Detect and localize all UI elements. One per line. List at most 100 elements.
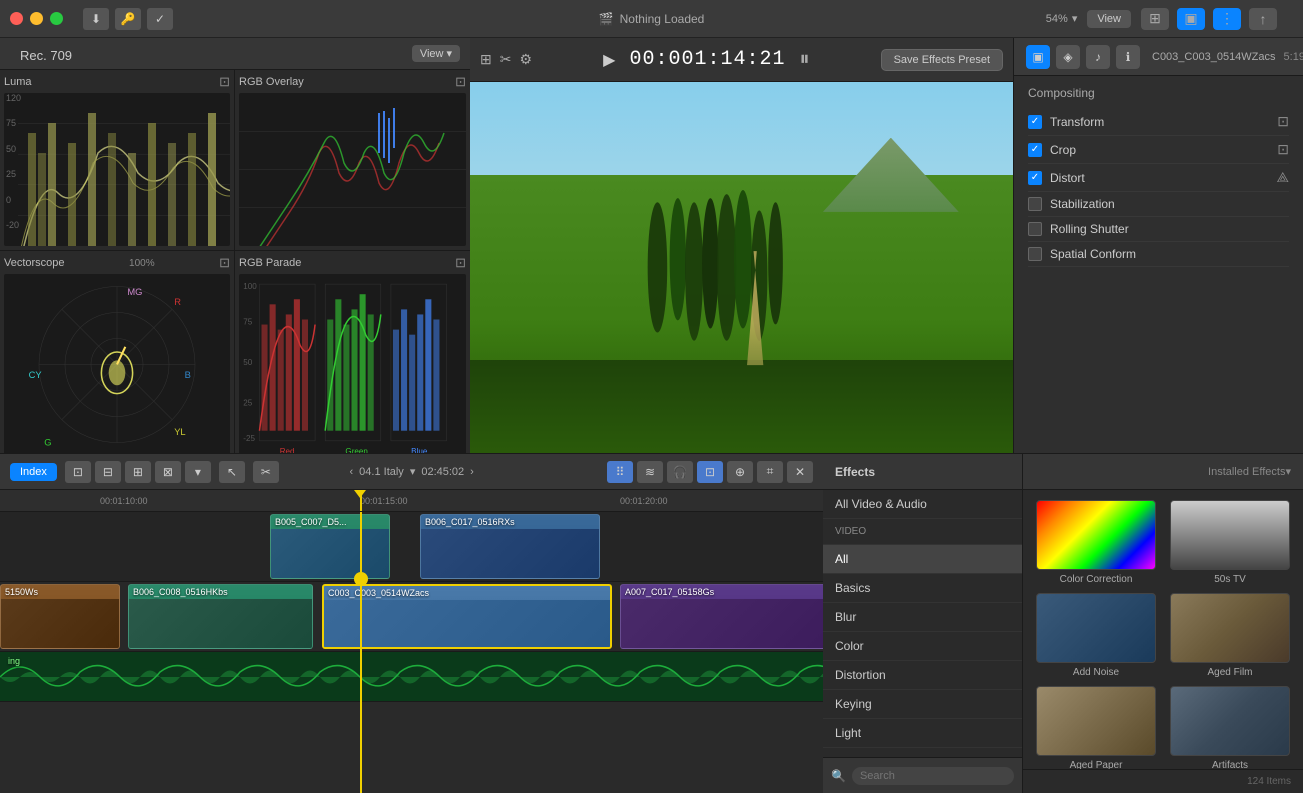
clip-c003-thumb <box>324 600 610 647</box>
arrow-tool-icon[interactable]: ↖ <box>219 461 245 483</box>
clip-5150ws-thumb <box>1 599 119 648</box>
crop-checkbox[interactable]: ✓ <box>1028 143 1042 157</box>
timeline-nav-left[interactable]: ‹ <box>350 466 354 478</box>
category-distortion[interactable]: Distortion <box>823 661 1022 690</box>
effects-browser: Installed Effects ▾ Color Correction 50s… <box>1023 454 1303 793</box>
effect-50s-tv[interactable]: 50s TV <box>1167 500 1293 585</box>
clip-c003[interactable]: C003_C003_0514WZacs <box>322 584 612 649</box>
panels-icon[interactable]: ⋮ <box>1213 8 1241 30</box>
inspector-video-icon[interactable]: ▣ <box>1026 45 1050 69</box>
maximize-button[interactable] <box>50 12 63 25</box>
distort-checkbox[interactable]: ✓ <box>1028 171 1042 185</box>
pause-icon[interactable]: ⏸ <box>799 48 809 71</box>
vectorscope-percent: 100% <box>129 258 155 269</box>
index-button[interactable]: Index <box>10 463 57 481</box>
effect-add-noise-label: Add Noise <box>1073 667 1119 678</box>
category-looks[interactable]: Looks <box>823 748 1022 757</box>
clip-view-2-icon[interactable]: ⊟ <box>95 461 121 483</box>
clip-b005[interactable]: B005_C007_D5... <box>270 514 390 579</box>
clip-b006-c008-label: B006_C008_0516HKbs <box>129 585 312 599</box>
crop-label: Crop <box>1050 143 1269 157</box>
category-light[interactable]: Light <box>823 719 1022 748</box>
scopes-view-button[interactable]: View ▾ <box>412 45 460 62</box>
transport-right: Save Effects Preset <box>881 49 1003 71</box>
blade-tool-icon[interactable]: ✂ <box>253 461 279 483</box>
clip-b006-upper[interactable]: B006_C017_0516RXs <box>420 514 600 579</box>
view-button[interactable]: View <box>1087 10 1131 28</box>
category-all-video-audio[interactable]: All Video & Audio <box>823 490 1022 519</box>
inspector-info-icon[interactable]: ℹ <box>1116 45 1140 69</box>
rolling-shutter-checkbox[interactable] <box>1028 222 1042 236</box>
save-effects-preset-button[interactable]: Save Effects Preset <box>881 49 1003 71</box>
settings-icon[interactable]: ⚙ <box>519 51 532 68</box>
clip-5150ws[interactable]: 5150Ws <box>0 584 120 649</box>
category-color[interactable]: Color <box>823 632 1022 661</box>
svg-text:G: G <box>44 438 51 448</box>
play-button[interactable]: ▶ <box>603 50 615 70</box>
clip-view-4-icon[interactable]: ⊠ <box>155 461 181 483</box>
effect-color-correction[interactable]: Color Correction <box>1033 500 1159 585</box>
timecode-display: 00:001:14:21 <box>629 48 785 71</box>
transform-checkbox[interactable]: ✓ <box>1028 115 1042 129</box>
rgb-overlay-canvas: -25 0 25 50 75 100 125 <box>239 93 466 246</box>
spatial-conform-checkbox[interactable] <box>1028 247 1042 261</box>
effect-aged-paper[interactable]: Aged Paper <box>1033 686 1159 769</box>
installed-effects-label: Installed Effects <box>1208 466 1285 478</box>
audio-track-label: ing <box>4 654 823 668</box>
layout-icon[interactable]: ⊞ <box>480 51 492 68</box>
rgb-overlay-settings-icon[interactable]: ⊡ <box>455 74 466 90</box>
category-basics[interactable]: Basics <box>823 574 1022 603</box>
minimize-button[interactable] <box>30 12 43 25</box>
crop-icon[interactable]: ✂ <box>500 51 512 68</box>
effect-add-noise[interactable]: Add Noise <box>1033 593 1159 678</box>
clip-view-1-icon[interactable]: ⊡ <box>65 461 91 483</box>
vectorscope-settings-icon[interactable]: ⊡ <box>219 255 230 271</box>
category-blur[interactable]: Blur <box>823 603 1022 632</box>
svg-text:25: 25 <box>243 398 252 407</box>
download-icon[interactable]: ⬇ <box>83 8 109 30</box>
timeline-nav-right[interactable]: › <box>470 466 474 478</box>
clip-b006-c008[interactable]: B006_C008_0516HKbs <box>128 584 313 649</box>
distort-row: ✓ Distort ⟁ <box>1028 164 1289 192</box>
monitor-icon[interactable]: ▣ <box>1177 8 1205 30</box>
rgb-overlay-svg: -25 0 25 50 75 100 125 <box>239 93 466 246</box>
export-icon[interactable]: ↑ <box>1249 8 1277 30</box>
effects-count: 124 Items <box>1247 776 1291 787</box>
ruler-mark-1: 00:01:10:00 <box>100 496 148 506</box>
inspector-audio-icon[interactable]: ♪ <box>1086 45 1110 69</box>
clip-view-3-icon[interactable]: ⊞ <box>125 461 151 483</box>
effect-artifacts[interactable]: Artifacts <box>1167 686 1293 769</box>
zoom-in-icon[interactable]: ⊕ <box>727 461 753 483</box>
clip-dropdown-icon[interactable]: ▾ <box>185 461 211 483</box>
rgb-parade-canvas: 100 75 50 25 -25 Red <box>239 274 466 453</box>
luma-settings-icon[interactable]: ⊡ <box>219 74 230 90</box>
close-button[interactable] <box>10 12 23 25</box>
bottom-section: Index ⊡ ⊟ ⊞ ⊠ ▾ ↖ ✂ ‹ 04.1 Italy ▾ 02:45… <box>0 453 1303 793</box>
zoom-control[interactable]: 54% ▾ <box>1046 12 1078 25</box>
effects-search-input[interactable] <box>852 767 1014 785</box>
timeline-dropdown-icon[interactable]: ▾ <box>410 465 416 478</box>
rgb-parade-settings-icon[interactable]: ⊡ <box>455 255 466 271</box>
checkmark-icon[interactable]: ✓ <box>147 8 173 30</box>
key-icon[interactable]: 🔑 <box>115 8 141 30</box>
effect-aged-film[interactable]: Aged Film <box>1167 593 1293 678</box>
inspector-filter-icon[interactable]: ◈ <box>1056 45 1080 69</box>
audio-waveform-icon[interactable]: ≋ <box>637 461 663 483</box>
inspector-icons: ▣ ◈ ♪ ℹ <box>1026 45 1140 69</box>
effects-browser-header: Installed Effects ▾ <box>1023 454 1303 490</box>
category-keying[interactable]: Keying <box>823 690 1022 719</box>
rgb-parade-scope: RGB Parade ⊡ 100 75 50 25 -25 <box>235 251 470 453</box>
appearance-1-icon[interactable]: ⠿ <box>607 461 633 483</box>
playhead-triangle <box>354 490 366 498</box>
headphones-icon[interactable]: 🎧 <box>667 461 693 483</box>
effects-category-list[interactable]: All Video & Audio VIDEO All Basics Blur … <box>823 490 1022 757</box>
appearance-2-icon[interactable]: ⊡ <box>697 461 723 483</box>
close-timeline-icon[interactable]: ✕ <box>787 461 813 483</box>
grid-icon[interactable]: ⊞ <box>1141 8 1169 30</box>
transform-tool-icon[interactable]: ⌗ <box>757 461 783 483</box>
traffic-lights[interactable] <box>10 12 63 25</box>
clip-a007[interactable]: A007_C017_05158Gs <box>620 584 823 649</box>
category-all[interactable]: All <box>823 545 1022 574</box>
stabilization-checkbox[interactable] <box>1028 197 1042 211</box>
inspector-panel: ▣ ◈ ♪ ℹ C003_C003_0514WZacs 5:19 Composi… <box>1013 38 1303 453</box>
